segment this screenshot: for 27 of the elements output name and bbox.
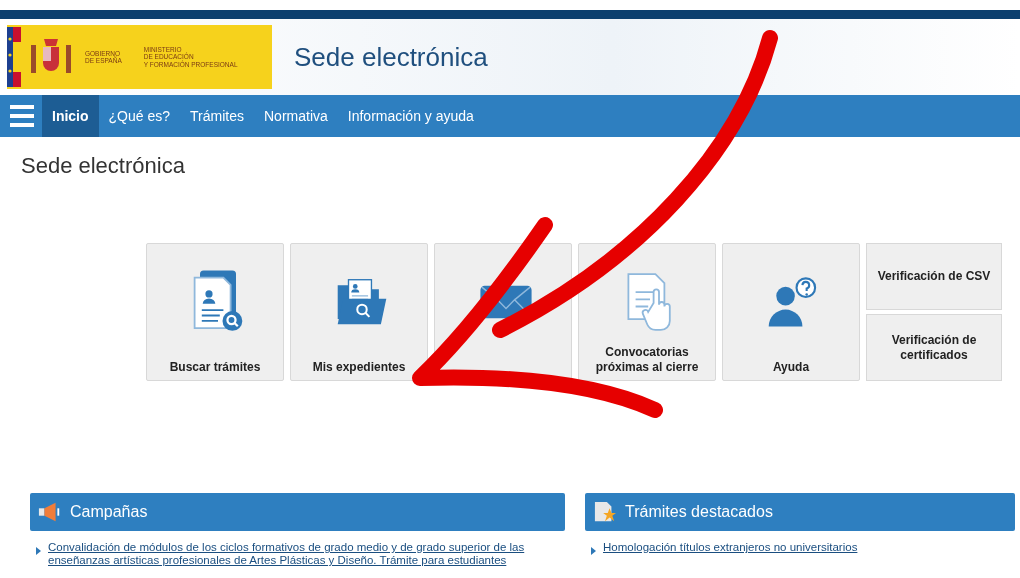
nav-tab[interactable]: Normativa: [254, 95, 338, 137]
bullet-icon: [591, 547, 596, 555]
bullet-icon: [36, 547, 41, 555]
nav-tab[interactable]: Información y ayuda: [337, 95, 484, 137]
panel-title: Trámites destacados: [625, 503, 773, 521]
tile-button[interactable]: Ayuda: [722, 243, 860, 381]
tile-label: Mis expedientes: [312, 360, 406, 375]
nav-tab[interactable]: ¿Qué es?: [98, 95, 181, 137]
nav-tab[interactable]: Trámites: [180, 95, 254, 137]
megaphone-icon: [38, 501, 62, 523]
panel-title: Campañas: [70, 503, 148, 521]
panel-link[interactable]: Homologación títulos extranjeros no universitarios: [603, 541, 858, 554]
tile-label: Ayuda: [772, 360, 810, 375]
nav-tab[interactable]: Inicio: [42, 95, 99, 137]
tile-button[interactable]: Buscar trámites: [146, 243, 284, 381]
tile-button[interactable]: Verificación de certificados: [866, 314, 1002, 381]
panel-link[interactable]: Convalidación de módulos de los ciclos formativos de grado medio y de grado superior de las enseñanzas artísticas profesionales de Artes Plásticas y Diseño. Trámite para estudiantes: [48, 541, 559, 567]
document-star-icon: [593, 501, 617, 523]
tile-button[interactable]: Mis expedientes: [290, 243, 428, 381]
tile-label: Convocatorias próximas al cierre: [594, 345, 700, 375]
menu-icon[interactable]: [10, 105, 34, 127]
site-title: Sede electrónica: [294, 41, 488, 73]
tile-label: Buscar trámites: [169, 360, 261, 375]
page-title: Sede electrónica: [21, 153, 186, 180]
tile-button[interactable]: Convocatorias próximas al cierre: [578, 243, 716, 381]
document-search-icon: [191, 270, 245, 334]
tile-button[interactable]: Verificación de CSV: [866, 243, 1002, 310]
